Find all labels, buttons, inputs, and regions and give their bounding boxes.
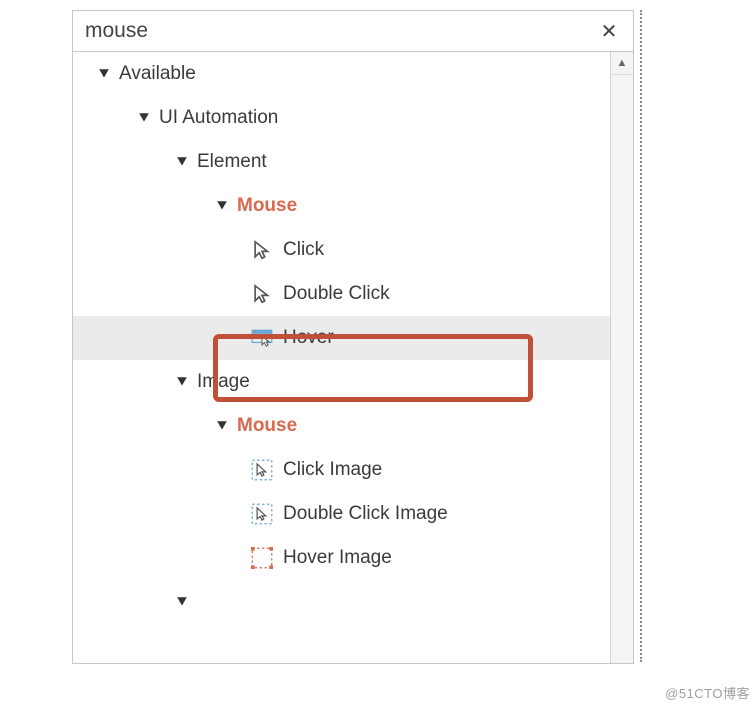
- cursor-dashed-icon: [251, 459, 273, 481]
- tree-leaf-double-click[interactable]: Double Click: [73, 272, 633, 316]
- tree-leaf-hover[interactable]: Hover: [73, 316, 633, 360]
- leaf-label: Click: [283, 239, 324, 261]
- tree-node-mouse-image[interactable]: Mouse: [73, 404, 633, 448]
- panel-resize-handle[interactable]: [640, 10, 642, 662]
- expander-icon[interactable]: [135, 109, 153, 127]
- cursor-icon: [251, 283, 273, 305]
- leaf-label: Hover: [283, 327, 334, 349]
- leaf-label: Double Click Image: [283, 503, 448, 525]
- expander-icon[interactable]: [95, 65, 113, 83]
- expander-icon[interactable]: [213, 197, 231, 215]
- expander-icon[interactable]: [173, 593, 191, 611]
- tree-node-available[interactable]: Available: [73, 52, 633, 96]
- activities-panel: ✕ Available UI Automation Element: [72, 10, 634, 664]
- node-label: UI Automation: [159, 107, 278, 129]
- cursor-icon: [251, 239, 273, 261]
- leaf-label: Double Click: [283, 283, 390, 305]
- tree-leaf-hover-image[interactable]: Hover Image: [73, 536, 633, 580]
- tree-node-truncated[interactable]: [73, 580, 633, 624]
- leaf-label: Click Image: [283, 459, 382, 481]
- node-label: Element: [197, 151, 267, 173]
- selection-dashed-icon: [251, 547, 273, 569]
- tree-node-element[interactable]: Element: [73, 140, 633, 184]
- node-label: Image: [197, 371, 250, 393]
- leaf-label: Hover Image: [283, 547, 392, 569]
- tree-node-ui-automation[interactable]: UI Automation: [73, 96, 633, 140]
- expander-icon[interactable]: [173, 153, 191, 171]
- expander-icon[interactable]: [213, 417, 231, 435]
- activity-tree: Available UI Automation Element Mouse Cl: [73, 52, 633, 663]
- cursor-dashed-icon: [251, 503, 273, 525]
- search-input[interactable]: [83, 11, 593, 51]
- watermark: @51CTO博客: [665, 683, 750, 702]
- clear-search-button[interactable]: ✕: [593, 11, 625, 51]
- tree-leaf-click[interactable]: Click: [73, 228, 633, 272]
- tree-node-image[interactable]: Image: [73, 360, 633, 404]
- scroll-up-button[interactable]: ▲: [611, 52, 633, 75]
- node-label: Mouse: [237, 415, 297, 437]
- tree-leaf-double-click-image[interactable]: Double Click Image: [73, 492, 633, 536]
- node-label: Mouse: [237, 195, 297, 217]
- search-row: ✕: [73, 11, 633, 52]
- close-icon: ✕: [601, 19, 618, 44]
- tree-leaf-click-image[interactable]: Click Image: [73, 448, 633, 492]
- expander-icon[interactable]: [173, 373, 191, 391]
- tree-node-mouse[interactable]: Mouse: [73, 184, 633, 228]
- scrollbar[interactable]: ▲: [610, 52, 633, 663]
- node-label: Available: [119, 63, 196, 85]
- hover-icon: [251, 327, 273, 349]
